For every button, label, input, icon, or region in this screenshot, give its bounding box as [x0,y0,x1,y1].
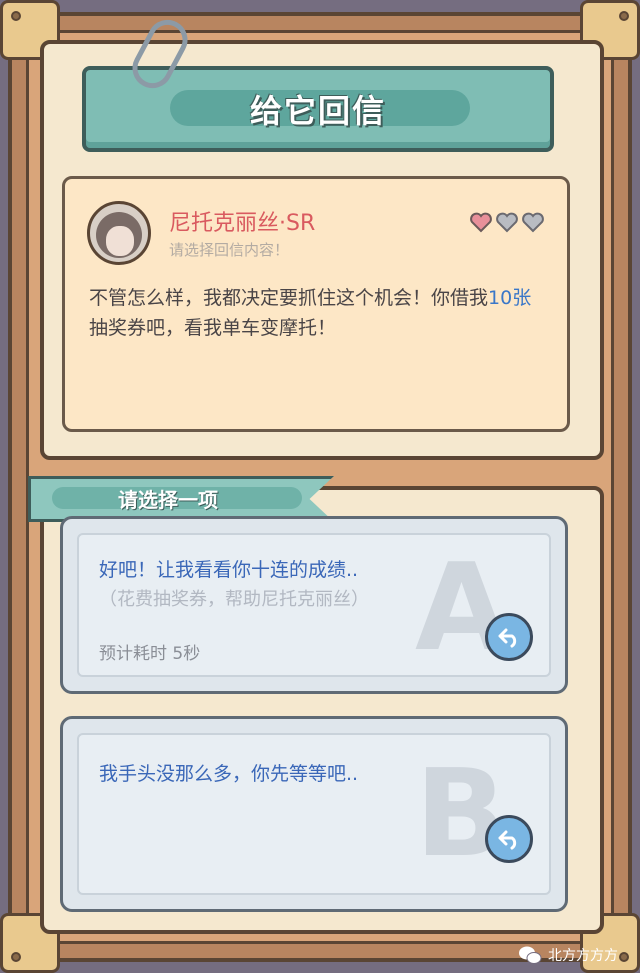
option-time: 预计耗时 5秒 [99,644,201,664]
option-letter-b: B [415,745,507,884]
choose-label: 请选择一项 [118,488,218,512]
affection-hearts [469,211,545,233]
option-letter-a: A [415,539,508,678]
heart-empty-icon [496,212,518,233]
reply-option-a[interactable]: A 好吧！让我看看你十连的成绩.. （花费抽奖券，帮助尼托克丽丝） 预计耗时 5… [60,516,568,694]
page-title: 给它回信 [249,92,386,130]
letter-card: 尼托克丽丝·SR 请选择回信内容！ 不管怎么样，我都决定要抓住这个机会！你借我1… [62,176,570,432]
reply-arrow-icon [498,628,517,648]
letter-prompt: 请选择回信内容！ [169,241,290,259]
option-text: 我手头没那么多，你先等等吧.. [99,763,359,785]
reply-button-b[interactable] [485,815,533,863]
reply-arrow-icon [498,830,517,850]
character-name: 尼托克丽丝·SR [169,211,316,236]
reply-option-b[interactable]: B 我手头没那么多，你先等等吧.. [60,716,568,912]
letter-body: 不管怎么样，我都决定要抓住这个机会！你借我10张抽奖券吧，看我单车变摩托！ [89,287,532,339]
wechat-icon [519,946,542,964]
option-text: 好吧！让我看看你十连的成绩.. [99,559,359,581]
watermark-text: 北方方方方 [548,948,618,964]
watermark: 北方方方方 [518,945,618,965]
heart-empty-icon [522,212,544,233]
reply-button-a[interactable] [485,613,533,661]
option-note: （花费抽奖券，帮助尼托克丽丝） [99,589,369,610]
character-avatar [87,201,151,265]
heart-filled-icon [470,212,492,233]
